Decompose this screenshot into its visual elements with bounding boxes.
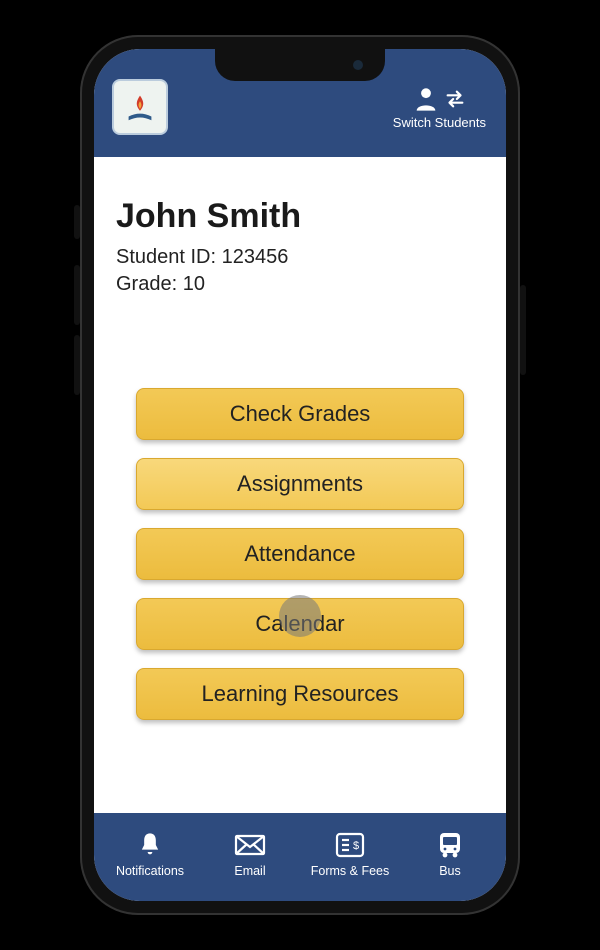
assignments-label: Assignments (237, 471, 363, 497)
nav-notifications-label: Notifications (116, 864, 184, 878)
phone-volume-down (74, 335, 80, 395)
nav-bus[interactable]: Bus (400, 830, 500, 878)
phone-notch (215, 49, 385, 81)
switch-students-button[interactable]: Switch Students (393, 85, 486, 130)
app-logo[interactable] (112, 79, 168, 135)
phone-power-button (520, 285, 526, 375)
assignments-button[interactable]: Assignments (136, 458, 464, 510)
nav-bus-label: Bus (439, 864, 461, 878)
nav-notifications[interactable]: Notifications (100, 830, 200, 878)
touch-indicator (279, 595, 321, 637)
student-name: John Smith (116, 197, 484, 236)
switch-students-label: Switch Students (393, 115, 486, 130)
attendance-label: Attendance (244, 541, 355, 567)
nav-email-label: Email (234, 864, 265, 878)
student-id: Student ID: 123456 (116, 244, 484, 271)
mail-icon (234, 830, 266, 860)
screen: Switch Students John Smith Student ID: 1… (94, 49, 506, 901)
phone-frame: Switch Students John Smith Student ID: 1… (80, 35, 520, 915)
nav-forms-fees-label: Forms & Fees (311, 864, 390, 878)
attendance-button[interactable]: Attendance (136, 528, 464, 580)
bell-icon (136, 830, 164, 860)
phone-mute-switch (74, 205, 80, 239)
check-grades-button[interactable]: Check Grades (136, 388, 464, 440)
check-grades-label: Check Grades (230, 401, 371, 427)
nav-forms-fees[interactable]: $ Forms & Fees (300, 830, 400, 878)
main-content: John Smith Student ID: 123456 Grade: 10 … (94, 157, 506, 813)
svg-text:$: $ (353, 840, 359, 852)
flame-book-icon (121, 88, 159, 126)
student-grade: Grade: 10 (116, 271, 484, 298)
forms-icon: $ (335, 830, 365, 860)
switch-students-icon (412, 85, 466, 113)
nav-email[interactable]: Email (200, 830, 300, 878)
learning-resources-button[interactable]: Learning Resources (136, 668, 464, 720)
learning-resources-label: Learning Resources (202, 681, 399, 707)
action-buttons: Check Grades Assignments Attendance Cale… (116, 388, 484, 720)
bottom-nav: Notifications Email (94, 813, 506, 901)
phone-volume-up (74, 265, 80, 325)
bus-icon (437, 830, 463, 860)
